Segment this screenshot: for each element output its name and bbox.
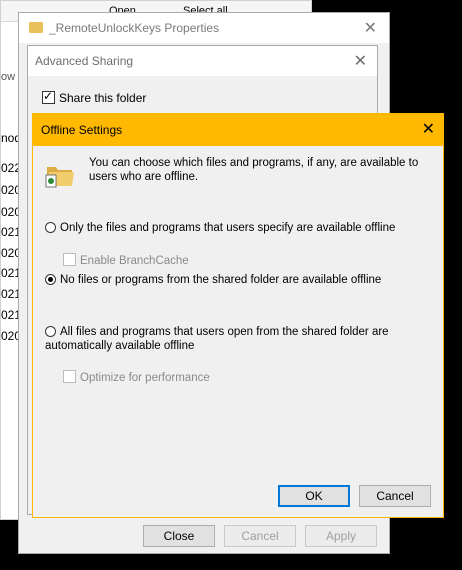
close-icon[interactable]: ✕ [354, 51, 367, 71]
option-all-offline[interactable]: All files and programs that users open f… [45, 325, 425, 353]
close-icon[interactable]: ✕ [422, 119, 435, 139]
offline-title: Offline Settings [41, 123, 123, 137]
check-icon: ✓ [43, 89, 54, 103]
radio-button[interactable] [45, 274, 56, 285]
cancel-button[interactable]: Cancel [359, 485, 431, 507]
cancel-button[interactable]: Cancel [224, 525, 296, 547]
checkbox[interactable] [63, 370, 76, 383]
close-icon[interactable]: ✕ [364, 18, 377, 38]
branchcache-checkbox[interactable]: Enable BranchCache [63, 253, 189, 267]
advanced-title: Advanced Sharing [35, 54, 134, 68]
radio-button[interactable] [45, 222, 56, 233]
ok-button[interactable]: OK [278, 485, 350, 507]
offline-titlebar[interactable]: Offline Settings ✕ [33, 114, 443, 146]
apply-button[interactable]: Apply [305, 525, 377, 547]
option-label: No files or programs from the shared fol… [60, 274, 382, 286]
branchcache-label: Enable BranchCache [80, 255, 189, 267]
offline-settings-dialog: Offline Settings ✕ You can choose which … [32, 113, 444, 518]
option-none-offline[interactable]: No files or programs from the shared fol… [45, 273, 381, 287]
advanced-titlebar[interactable]: Advanced Sharing ✕ [28, 46, 377, 76]
share-folder-checkbox[interactable]: ✓ Share this folder [42, 89, 147, 105]
offline-description: You can choose which files and programs,… [89, 157, 419, 183]
option-label: Only the files and programs that users s… [60, 222, 396, 234]
optimize-checkbox[interactable]: Optimize for performance [63, 370, 210, 384]
share-folder-label: Share this folder [59, 91, 147, 105]
properties-titlebar[interactable]: _RemoteUnlockKeys Properties ✕ [19, 13, 389, 43]
properties-title: _RemoteUnlockKeys Properties [49, 21, 220, 35]
close-button[interactable]: Close [143, 525, 215, 547]
explorer-nav-label: ow [1, 71, 16, 83]
option-label: All files and programs that users open f… [45, 326, 389, 352]
folder-icon [29, 22, 43, 33]
offline-folder-icon [45, 167, 74, 188]
checkbox[interactable] [63, 253, 76, 266]
option-user-specified[interactable]: Only the files and programs that users s… [45, 221, 395, 235]
checkbox[interactable]: ✓ [42, 89, 55, 104]
radio-button[interactable] [45, 326, 56, 337]
optimize-label: Optimize for performance [80, 372, 210, 384]
